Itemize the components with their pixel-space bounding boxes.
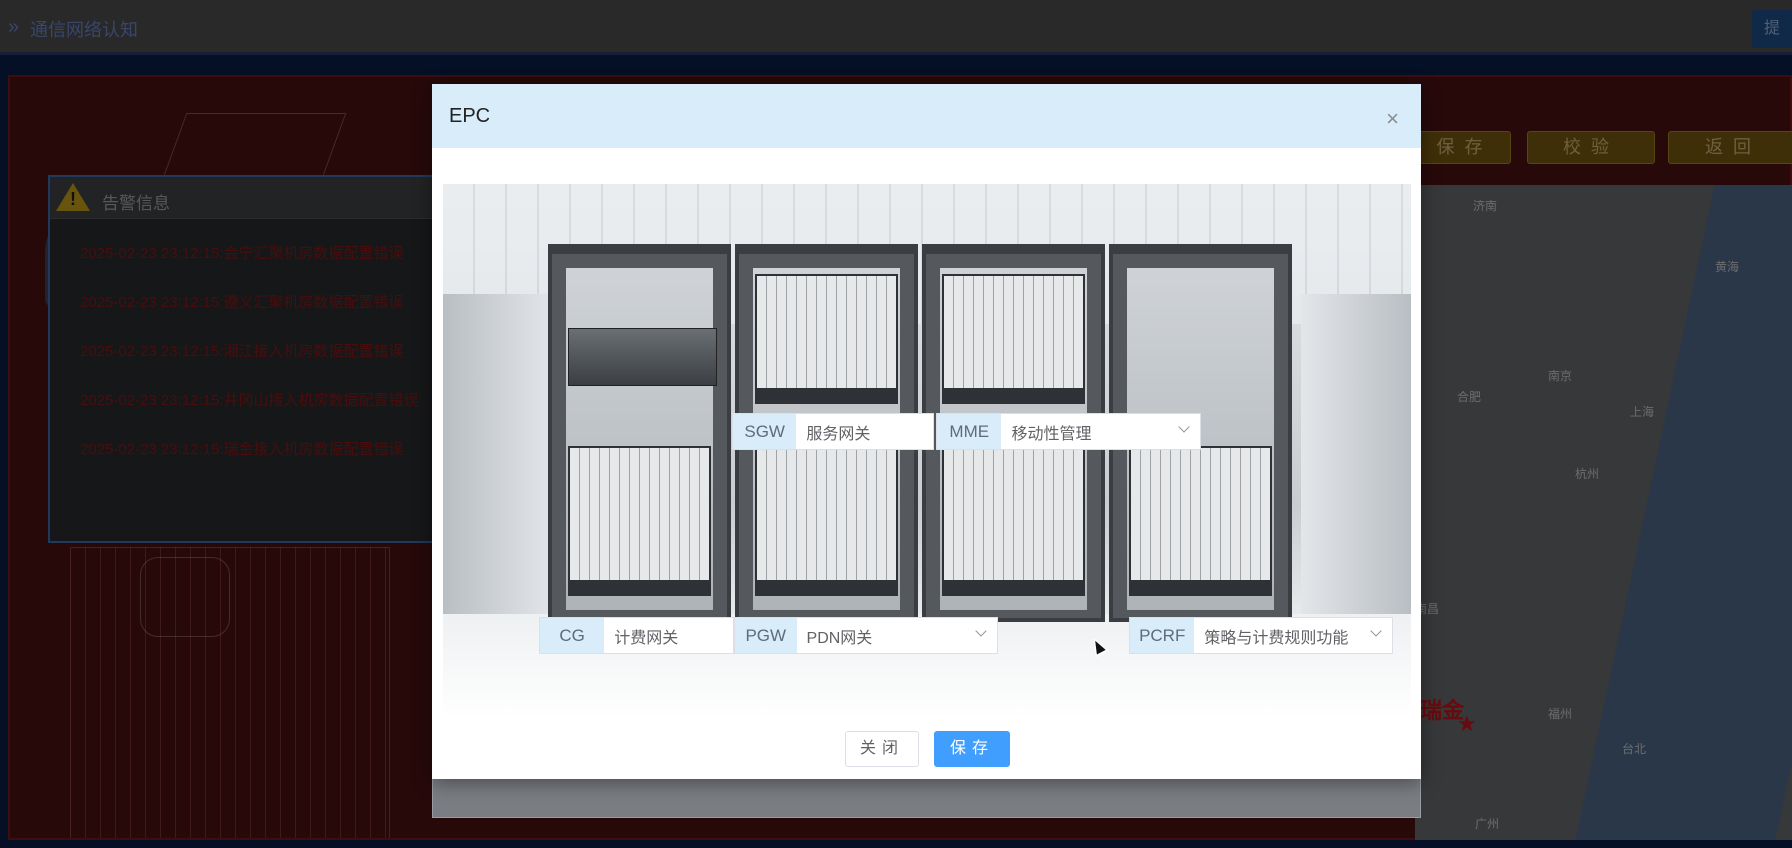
mme-label: MME bbox=[937, 414, 1002, 449]
pgw-label: PGW bbox=[735, 618, 797, 653]
chevron-down-icon[interactable] bbox=[1178, 421, 1190, 433]
equipment-shelf bbox=[755, 274, 898, 404]
sgw-field[interactable]: SGW 服务网关 bbox=[732, 413, 934, 450]
close-button[interactable]: 关闭 bbox=[845, 731, 919, 767]
pgw-value: PDN网关 bbox=[806, 629, 873, 647]
equipment-shelf bbox=[942, 274, 1085, 404]
epc-dialog: EPC × SGW 服务网关 MME 移动性管理 CG 计费网关 PGW PDN… bbox=[432, 84, 1421, 779]
chevron-down-icon[interactable] bbox=[975, 625, 987, 637]
dialog-header: EPC × bbox=[432, 84, 1421, 148]
save-button[interactable]: 保存 bbox=[934, 731, 1010, 767]
pgw-select[interactable]: PGW PDN网关 bbox=[734, 617, 998, 654]
cg-field[interactable]: CG 计费网关 bbox=[539, 617, 734, 654]
server-rack bbox=[548, 244, 731, 622]
cg-label: CG bbox=[540, 618, 605, 653]
cg-value[interactable]: 计费网关 bbox=[604, 618, 733, 653]
equipment-shelf bbox=[1129, 446, 1272, 596]
router-unit bbox=[568, 328, 717, 386]
dialog-title: EPC bbox=[449, 105, 491, 127]
sgw-value[interactable]: 服务网关 bbox=[796, 414, 933, 449]
close-icon[interactable]: × bbox=[1386, 108, 1399, 130]
equipment-shelf bbox=[568, 446, 711, 596]
mme-value: 移动性管理 bbox=[1011, 425, 1092, 443]
equipment-shelf bbox=[755, 446, 898, 596]
pcrf-value: 策略与计费规则功能 bbox=[1204, 629, 1349, 647]
pcrf-select[interactable]: PCRF 策略与计费规则功能 bbox=[1129, 617, 1393, 654]
chevron-down-icon[interactable] bbox=[1370, 625, 1382, 637]
pcrf-label: PCRF bbox=[1130, 618, 1195, 653]
equipment-shelf bbox=[942, 446, 1085, 596]
sgw-label: SGW bbox=[733, 414, 797, 449]
mme-select[interactable]: MME 移动性管理 bbox=[936, 413, 1201, 450]
